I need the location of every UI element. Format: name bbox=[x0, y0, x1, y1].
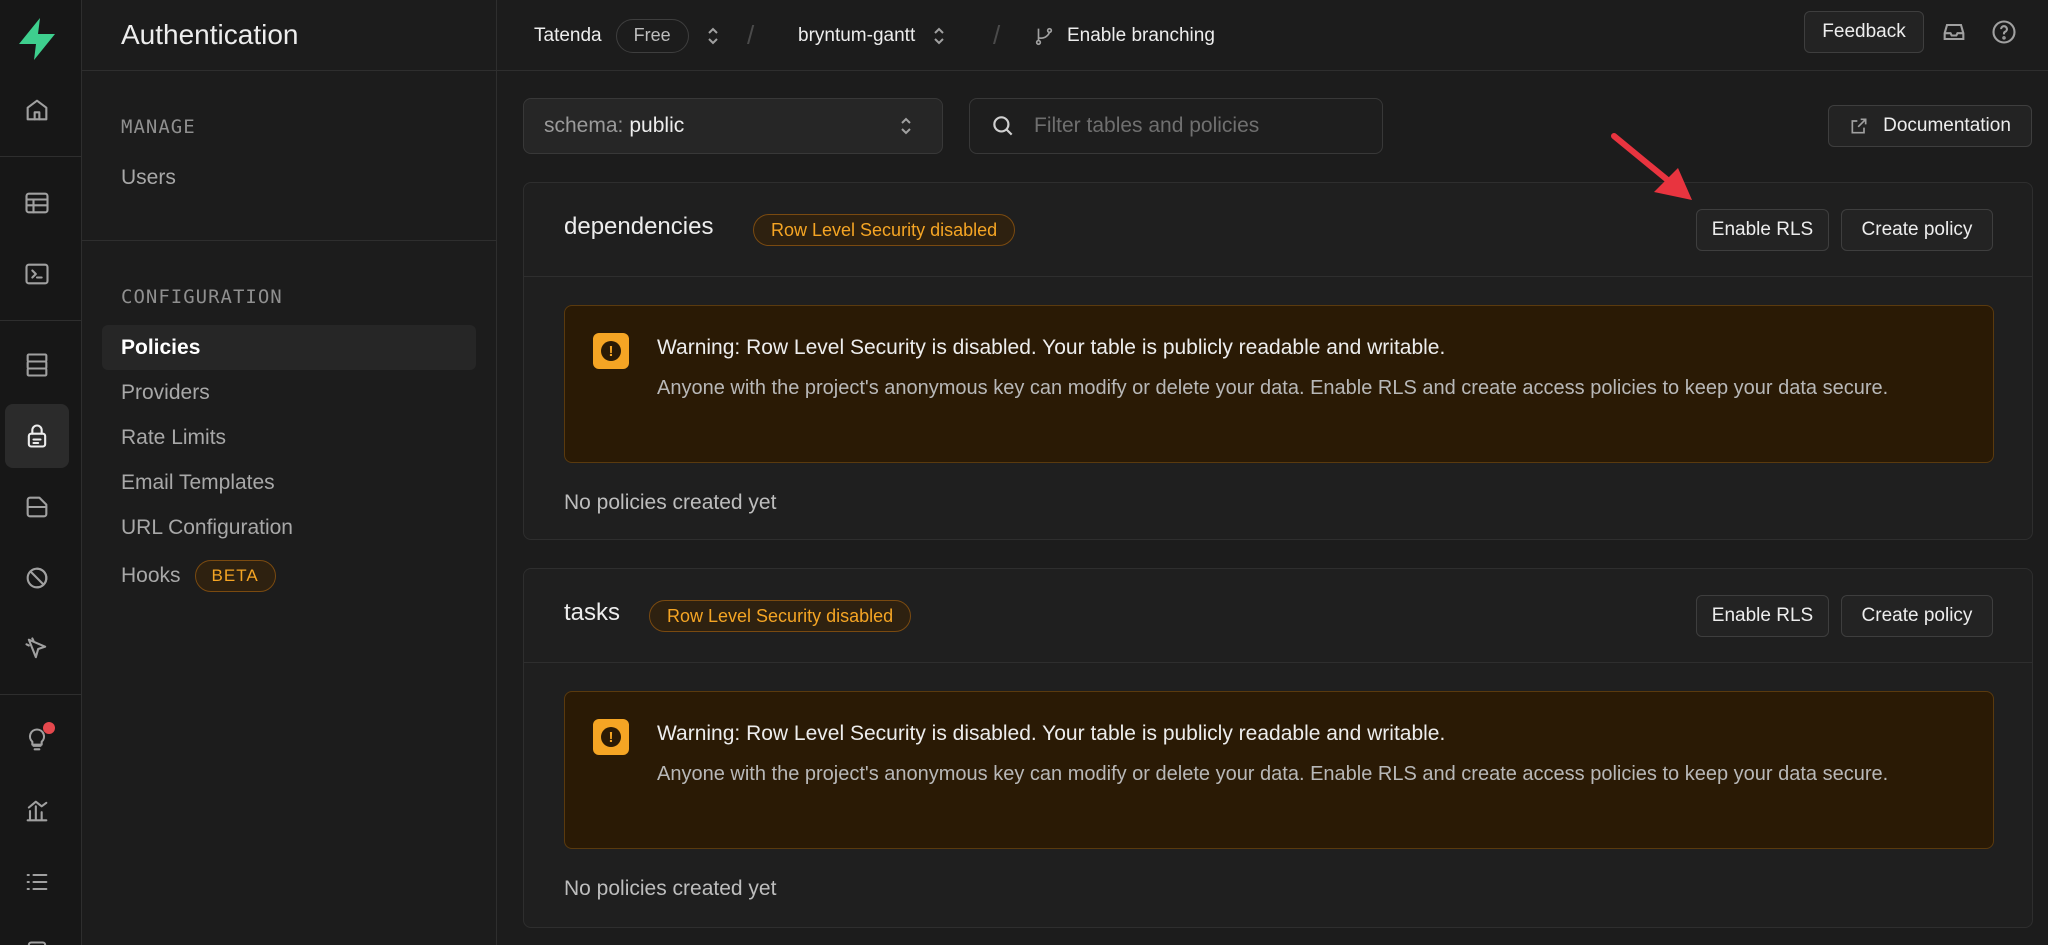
enable-rls-button[interactable]: Enable RLS bbox=[1696, 595, 1829, 637]
documentation-button[interactable]: Documentation bbox=[1828, 105, 2032, 147]
sidebar-item-email-templates[interactable]: Email Templates bbox=[102, 460, 496, 505]
api-docs-icon[interactable] bbox=[5, 921, 69, 945]
create-policy-button[interactable]: Create policy bbox=[1841, 595, 1993, 637]
database-icon[interactable] bbox=[5, 333, 69, 397]
enable-branching-button[interactable]: Enable branching bbox=[1033, 0, 1215, 71]
rls-warning-alert: ! Warning: Row Level Security is disable… bbox=[564, 305, 1994, 463]
org-name: Tatenda bbox=[534, 24, 602, 46]
org-breadcrumb[interactable]: Tatenda Free bbox=[534, 0, 721, 71]
section-title: Authentication bbox=[121, 19, 299, 50]
schema-value: public bbox=[629, 114, 685, 137]
sidebar-item-hooks[interactable]: Hooks BETA bbox=[102, 553, 496, 598]
empty-policies-text: No policies created yet bbox=[564, 491, 777, 514]
search-placeholder: Filter tables and policies bbox=[1034, 114, 1260, 137]
supabase-logo-icon[interactable] bbox=[15, 16, 59, 62]
authentication-icon[interactable] bbox=[5, 404, 69, 468]
sidebar-item-providers[interactable]: Providers bbox=[102, 370, 496, 415]
notification-dot bbox=[43, 722, 55, 734]
enable-rls-button[interactable]: Enable RLS bbox=[1696, 209, 1829, 251]
table-editor-icon[interactable] bbox=[5, 171, 69, 235]
warning-title: Warning: Row Level Security is disabled.… bbox=[657, 722, 1446, 745]
project-breadcrumb[interactable]: bryntum-gantt bbox=[798, 0, 947, 71]
help-icon[interactable] bbox=[1990, 18, 2018, 46]
search-icon bbox=[993, 116, 1013, 136]
advisors-lightbulb-icon[interactable] bbox=[5, 708, 69, 772]
feedback-button[interactable]: Feedback bbox=[1804, 11, 1924, 53]
table-policy-card: tasks Row Level Security disabled Enable… bbox=[523, 568, 2033, 928]
auth-sidebar: Authentication MANAGE Users CONFIGURATIO… bbox=[82, 0, 497, 945]
sidebar-item-users[interactable]: Users bbox=[102, 155, 496, 200]
reports-icon[interactable] bbox=[5, 779, 69, 843]
enable-branching-label: Enable branching bbox=[1067, 24, 1215, 46]
top-bar: Tatenda Free / bryntum-gantt / Enable br… bbox=[497, 0, 2048, 71]
chevron-up-down-icon[interactable] bbox=[931, 25, 947, 47]
sidebar-header: Authentication bbox=[82, 0, 496, 71]
chevron-up-down-icon bbox=[901, 117, 911, 135]
rls-status-badge: Row Level Security disabled bbox=[649, 600, 912, 632]
sql-editor-icon[interactable] bbox=[5, 242, 69, 306]
filter-search-input[interactable]: Filter tables and policies bbox=[969, 98, 1383, 154]
sidebar-item-policies[interactable]: Policies bbox=[102, 325, 476, 370]
sidebar-item-label: Hooks bbox=[121, 563, 181, 587]
home-icon[interactable] bbox=[5, 78, 69, 142]
manage-group-label: MANAGE bbox=[121, 116, 196, 138]
rls-status-badge: Row Level Security disabled bbox=[753, 214, 1016, 246]
documentation-label: Documentation bbox=[1883, 115, 2011, 136]
git-branch-icon bbox=[1035, 27, 1053, 45]
icon-rail bbox=[0, 0, 82, 945]
breadcrumb-separator: / bbox=[993, 20, 1001, 50]
beta-badge: BETA bbox=[194, 559, 276, 592]
external-link-icon bbox=[1851, 118, 1867, 134]
rls-warning-alert: ! Warning: Row Level Security is disable… bbox=[564, 691, 1994, 849]
chevron-up-down-icon[interactable] bbox=[705, 25, 721, 47]
inbox-icon[interactable] bbox=[1940, 18, 1968, 46]
configuration-group-label: CONFIGURATION bbox=[121, 286, 283, 308]
table-name: tasks bbox=[564, 599, 621, 626]
project-name: bryntum-gantt bbox=[798, 24, 916, 46]
card-header: tasks Row Level Security disabled Enable… bbox=[524, 569, 2032, 663]
logs-list-icon[interactable] bbox=[5, 850, 69, 914]
sidebar-item-url-configuration[interactable]: URL Configuration bbox=[102, 505, 496, 550]
schema-selector[interactable]: schema: public bbox=[523, 98, 943, 154]
table-name: dependencies bbox=[564, 213, 714, 240]
annotation-arrow-icon bbox=[1611, 133, 1692, 200]
card-header: dependencies Row Level Security disabled… bbox=[524, 183, 2032, 277]
warning-description: Anyone with the project's anonymous key … bbox=[657, 377, 1889, 399]
warning-icon: ! bbox=[593, 333, 629, 369]
create-policy-button[interactable]: Create policy bbox=[1841, 209, 1993, 251]
schema-key: schema: bbox=[544, 114, 624, 137]
table-policy-card: dependencies Row Level Security disabled… bbox=[523, 182, 2033, 540]
empty-policies-text: No policies created yet bbox=[564, 877, 777, 900]
storage-icon[interactable] bbox=[5, 475, 69, 539]
warning-description: Anyone with the project's anonymous key … bbox=[657, 763, 1889, 785]
plan-badge: Free bbox=[615, 18, 689, 53]
sidebar-item-rate-limits[interactable]: Rate Limits bbox=[102, 415, 496, 460]
realtime-icon[interactable] bbox=[5, 546, 69, 610]
warning-title: Warning: Row Level Security is disabled.… bbox=[657, 336, 1446, 359]
breadcrumb-separator: / bbox=[747, 20, 755, 50]
edge-functions-icon[interactable] bbox=[5, 617, 69, 681]
warning-icon: ! bbox=[593, 719, 629, 755]
